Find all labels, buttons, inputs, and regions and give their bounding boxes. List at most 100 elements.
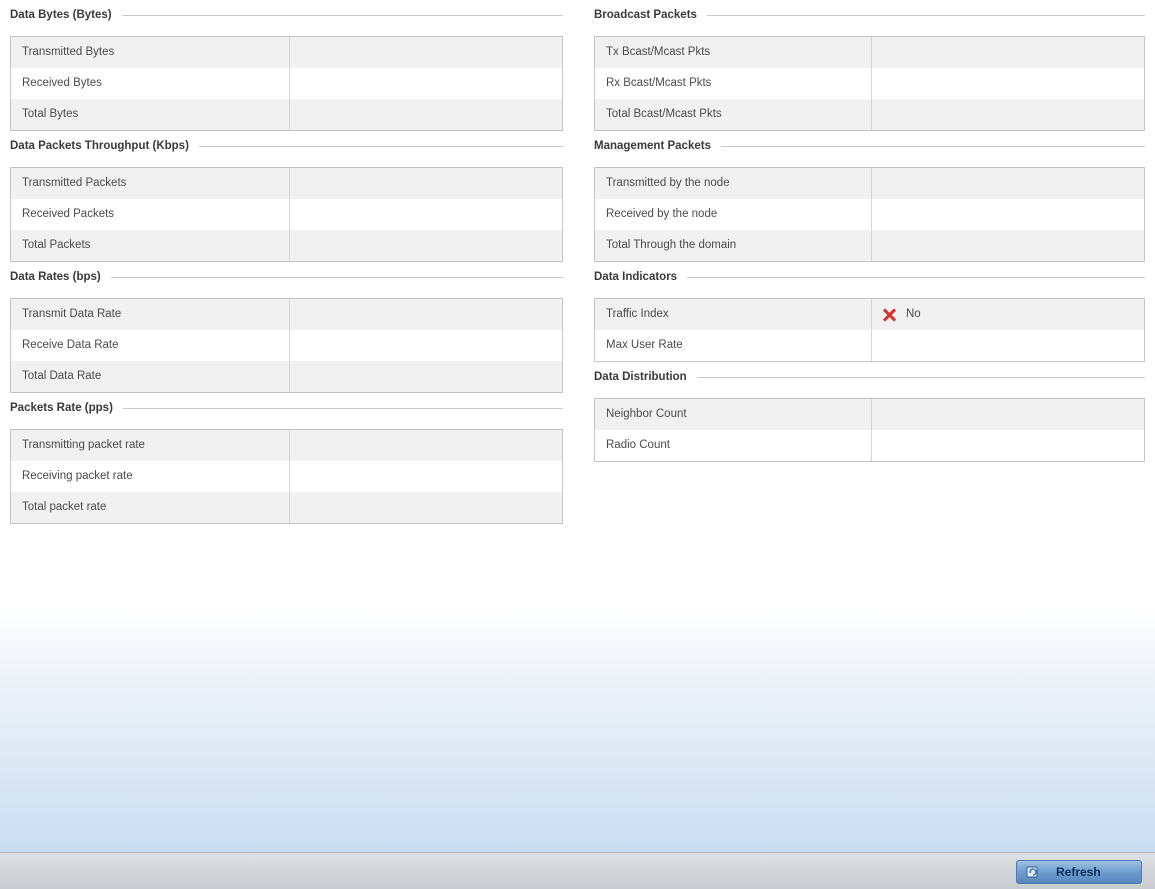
row-label: Max User Rate	[595, 330, 872, 361]
table-row: Received Packets	[11, 199, 562, 230]
row-label: Total Packets	[11, 230, 290, 261]
status-text: No	[906, 308, 921, 320]
footer-bar: Refresh	[0, 852, 1155, 889]
row-label: Transmitted Bytes	[11, 37, 290, 68]
row-value	[290, 330, 562, 361]
row-label: Received Bytes	[11, 68, 290, 99]
row-value	[872, 430, 1144, 461]
row-label: Neighbor Count	[595, 399, 872, 430]
row-value	[290, 37, 562, 68]
row-label: Receiving packet rate	[11, 461, 290, 492]
table-row: Rx Bcast/Mcast Pkts	[595, 68, 1144, 99]
section-title: Broadcast Packets	[594, 9, 697, 21]
row-value	[290, 99, 562, 130]
table-row: Transmitted Bytes	[11, 37, 562, 68]
row-value	[872, 37, 1144, 68]
section-data-bytes: Data Bytes (Bytes) Transmitted Bytes Rec…	[10, 6, 563, 131]
row-label: Receive Data Rate	[11, 330, 290, 361]
section-divider	[696, 376, 1145, 378]
left-column: Data Bytes (Bytes) Transmitted Bytes Rec…	[10, 0, 563, 524]
stats-table: Transmit Data Rate Receive Data Rate Tot…	[10, 298, 563, 393]
stats-table: Traffic Index No Max User Rate	[594, 298, 1145, 362]
section-title: Data Indicators	[594, 271, 678, 283]
row-label: Total Data Rate	[11, 361, 290, 392]
row-value	[872, 330, 1144, 361]
row-label: Traffic Index	[595, 299, 872, 330]
row-label: Rx Bcast/Mcast Pkts	[595, 68, 872, 99]
section-divider	[720, 145, 1145, 147]
row-value	[290, 199, 562, 230]
row-label: Transmit Data Rate	[11, 299, 290, 330]
row-value	[290, 361, 562, 392]
section-data-rates: Data Rates (bps) Transmit Data Rate Rece…	[10, 268, 563, 393]
row-value	[872, 168, 1144, 199]
section-divider	[687, 276, 1145, 278]
row-label: Radio Count	[595, 430, 872, 461]
section-data-packets-throughput: Data Packets Throughput (Kbps) Transmitt…	[10, 137, 563, 262]
section-title: Data Packets Throughput (Kbps)	[10, 140, 189, 152]
stats-table: Neighbor Count Radio Count	[594, 398, 1145, 462]
row-label: Transmitted Packets	[11, 168, 290, 199]
row-label: Transmitted by the node	[595, 168, 872, 199]
table-row: Received Bytes	[11, 68, 562, 99]
section-packets-rate: Packets Rate (pps) Transmitting packet r…	[10, 399, 563, 524]
section-title: Data Bytes (Bytes)	[10, 9, 112, 21]
section-divider	[121, 14, 563, 16]
stats-table: Tx Bcast/Mcast Pkts Rx Bcast/Mcast Pkts …	[594, 36, 1145, 131]
row-label: Total packet rate	[11, 492, 290, 523]
table-row: Radio Count	[595, 430, 1144, 461]
row-label: Received by the node	[595, 199, 872, 230]
section-title: Management Packets	[594, 140, 711, 152]
row-value	[872, 99, 1144, 130]
refresh-button[interactable]: Refresh	[1016, 860, 1142, 884]
row-label: Total Through the domain	[595, 230, 872, 261]
table-row: Total Data Rate	[11, 361, 562, 392]
stats-table: Transmitted by the node Received by the …	[594, 167, 1145, 262]
row-value	[290, 492, 562, 523]
table-row: Total packet rate	[11, 492, 562, 523]
row-label: Total Bytes	[11, 99, 290, 130]
traffic-index-value: No	[872, 299, 1144, 330]
refresh-icon	[1026, 865, 1040, 879]
section-divider	[122, 407, 563, 409]
section-data-distribution: Data Distribution Neighbor Count Radio C…	[594, 368, 1145, 462]
table-row: Traffic Index No	[595, 299, 1144, 330]
row-label: Transmitting packet rate	[11, 430, 290, 461]
section-title: Data Rates (bps)	[10, 271, 101, 283]
row-value	[872, 399, 1144, 430]
refresh-label: Refresh	[1056, 865, 1101, 879]
table-row: Neighbor Count	[595, 399, 1144, 430]
section-broadcast-packets: Broadcast Packets Tx Bcast/Mcast Pkts Rx…	[594, 6, 1145, 131]
section-title: Packets Rate (pps)	[10, 402, 113, 414]
section-data-indicators: Data Indicators Traffic Index No Max Use…	[594, 268, 1145, 362]
table-row: Receive Data Rate	[11, 330, 562, 361]
row-value	[290, 430, 562, 461]
section-divider	[706, 14, 1145, 16]
row-value	[290, 230, 562, 261]
stats-table: Transmitted Packets Received Packets Tot…	[10, 167, 563, 262]
section-divider	[110, 276, 563, 278]
section-title: Data Distribution	[594, 371, 687, 383]
row-value	[290, 461, 562, 492]
table-row: Receiving packet rate	[11, 461, 562, 492]
table-row: Received by the node	[595, 199, 1144, 230]
table-row: Total Bytes	[11, 99, 562, 130]
row-label: Received Packets	[11, 199, 290, 230]
stats-table: Transmitting packet rate Receiving packe…	[10, 429, 563, 524]
table-row: Transmitting packet rate	[11, 430, 562, 461]
row-value	[872, 199, 1144, 230]
row-value	[872, 68, 1144, 99]
table-row: Transmit Data Rate	[11, 299, 562, 330]
row-label: Total Bcast/Mcast Pkts	[595, 99, 872, 130]
row-value	[290, 68, 562, 99]
table-row: Tx Bcast/Mcast Pkts	[595, 37, 1144, 68]
table-row: Max User Rate	[595, 330, 1144, 361]
right-column: Broadcast Packets Tx Bcast/Mcast Pkts Rx…	[594, 0, 1145, 462]
row-value	[872, 230, 1144, 261]
row-value	[290, 168, 562, 199]
row-value	[290, 299, 562, 330]
row-label: Tx Bcast/Mcast Pkts	[595, 37, 872, 68]
stats-table: Transmitted Bytes Received Bytes Total B…	[10, 36, 563, 131]
background-gradient	[0, 606, 1155, 852]
table-row: Transmitted Packets	[11, 168, 562, 199]
